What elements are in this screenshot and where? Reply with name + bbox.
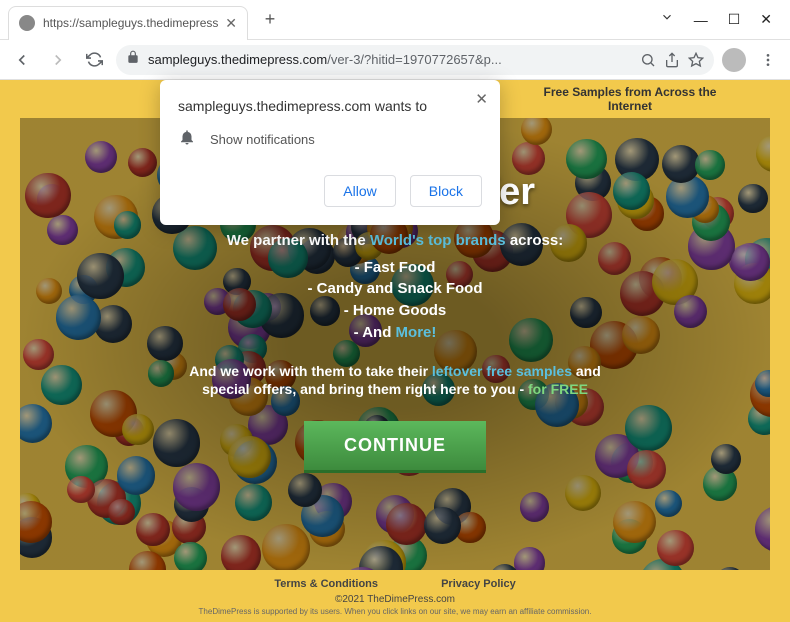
list-item: - Home Goods [155,300,635,322]
forward-button[interactable] [44,46,72,74]
privacy-link[interactable]: Privacy Policy [441,578,516,590]
banner-text: Free Samples from Across the Internet [530,85,730,113]
window-titlebar: https://sampleguys.thedimepress... ✕ + —… [0,0,790,40]
tab-search-icon[interactable] [660,10,674,29]
popup-text: Show notifications [210,132,315,147]
address-bar[interactable]: sampleguys.thedimepress.com/ver-3/?hitid… [116,45,714,75]
tab-favicon [19,15,35,31]
work-text: And we work with them to take their left… [155,362,635,400]
menu-icon[interactable] [754,46,782,74]
close-window-button[interactable]: ✕ [760,11,772,28]
browser-toolbar: sampleguys.thedimepress.com/ver-3/?hitid… [0,40,790,80]
partner-text: We partner with the World's top brands a… [155,232,635,249]
notification-permission-popup: ✕ sampleguys.thedimepress.com wants to S… [160,80,500,225]
tab-close-icon[interactable]: ✕ [225,15,237,32]
popup-title: sampleguys.thedimepress.com wants to [178,98,482,114]
profile-avatar[interactable] [722,48,746,72]
bell-icon [178,128,196,151]
back-button[interactable] [8,46,36,74]
terms-link[interactable]: Terms & Conditions [274,578,378,590]
share-icon[interactable] [664,52,680,68]
popup-close-icon[interactable]: ✕ [475,90,488,108]
copyright-text: ©2021 TheDimePress.com [0,594,790,605]
browser-tab[interactable]: https://sampleguys.thedimepress... ✕ [8,6,248,40]
list-item: - Fast Food [155,257,635,279]
list-item: - And More! [155,322,635,344]
list-item: - Candy and Snack Food [155,278,635,300]
block-button[interactable]: Block [410,175,482,207]
star-icon[interactable] [688,52,704,68]
tab-title: https://sampleguys.thedimepress... [43,16,219,30]
maximize-button[interactable]: ☐ [728,11,741,28]
lock-icon [126,50,140,69]
zoom-icon[interactable] [640,52,656,68]
continue-button[interactable]: CONTINUE [304,421,486,470]
new-tab-button[interactable]: + [256,6,284,34]
page-footer: Terms & Conditions Privacy Policy ©2021 … [0,570,790,622]
reload-button[interactable] [80,46,108,74]
url-text: sampleguys.thedimepress.com/ver-3/?hitid… [148,52,632,67]
category-list: - Fast Food - Candy and Snack Food - Hom… [155,257,635,344]
minimize-button[interactable]: — [694,12,708,28]
disclaimer-text: TheDimePress is supported by its users. … [0,607,790,616]
allow-button[interactable]: Allow [324,175,395,207]
